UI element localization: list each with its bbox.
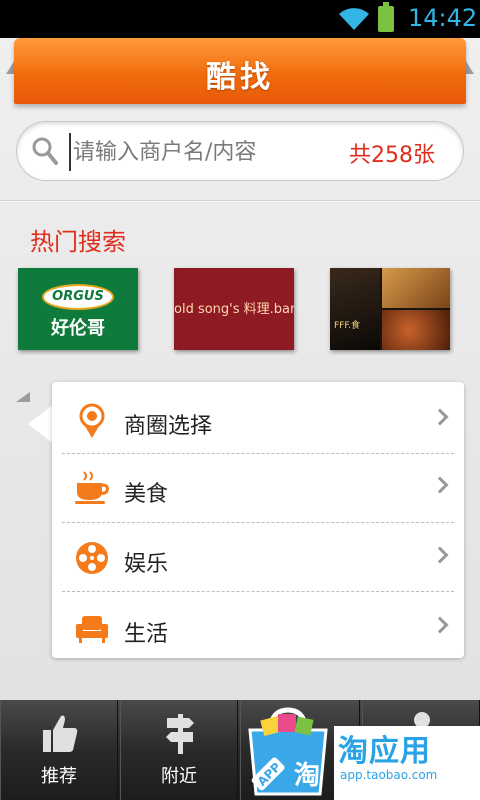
armchair-icon: [76, 616, 108, 643]
category-menu: 商圈选择 美食 娱乐 生活: [52, 382, 464, 658]
nav-label: 推荐: [41, 766, 77, 787]
promo-url: app.taobao.com: [340, 768, 438, 782]
status-time: 14:42: [408, 4, 478, 32]
brand-name: 好伦哥: [51, 318, 105, 339]
chevron-right-icon: [431, 408, 449, 426]
menu-item-label: 商圈选择: [124, 414, 213, 439]
menu-item-life[interactable]: 生活: [52, 596, 464, 662]
chevron-right-icon: [431, 616, 449, 634]
menu-divider: [62, 453, 454, 454]
menu-item-entertainment[interactable]: 娱乐: [52, 526, 464, 592]
search-bar[interactable]: 共258张: [16, 121, 464, 181]
bag-text: 淘: [294, 761, 320, 791]
film-reel-icon: [76, 542, 108, 574]
status-bar: 14:42: [0, 0, 480, 38]
photo-dish: [382, 310, 450, 350]
brand-logo: ORGUS: [44, 286, 112, 308]
menu-item-label: 娱乐: [124, 552, 169, 577]
wifi-icon: [339, 8, 369, 31]
photo-dish: [382, 268, 450, 308]
menu-divider: [62, 591, 454, 592]
promo-title: 淘应用: [338, 734, 431, 769]
search-icon: [32, 137, 58, 165]
brand-name: old song's 料理.bar: [174, 302, 294, 317]
location-pin-icon: [79, 403, 105, 438]
search-input[interactable]: [69, 133, 339, 171]
nav-nearby[interactable]: 附近: [120, 700, 238, 800]
hot-search-item-haolunge[interactable]: ORGUS 好伦哥: [18, 268, 138, 350]
menu-item-business-district[interactable]: 商圈选择: [52, 388, 464, 454]
menu-item-label: 美食: [124, 482, 169, 507]
brand-name: FFF.食: [334, 321, 360, 331]
hot-search-item-restaurant-photo[interactable]: FFF.食: [330, 268, 450, 350]
header-bar: 酷找: [14, 38, 466, 104]
menu-item-label: 生活: [124, 622, 169, 647]
photo-interior: [330, 268, 380, 350]
chevron-right-icon: [431, 546, 449, 564]
nav-recommend[interactable]: 推荐: [0, 700, 118, 800]
nav-label: 附近: [161, 766, 197, 787]
thumbs-up-icon: [43, 715, 78, 752]
taobao-app-promo[interactable]: 淘应用 app.taobao.com: [334, 726, 480, 800]
chevron-right-icon: [431, 476, 449, 494]
menu-divider: [62, 522, 454, 523]
signpost-icon: [166, 714, 194, 754]
battery-icon: [378, 2, 394, 32]
menu-item-food[interactable]: 美食: [52, 456, 464, 522]
hot-search-title: 热门搜索: [30, 228, 126, 256]
hot-search-item-old-songs[interactable]: old song's 料理.bar: [174, 268, 294, 350]
page-title: 酷找: [206, 60, 274, 95]
shopping-bag-icon[interactable]: 淘 APP: [244, 704, 332, 798]
coffee-cup-icon: [75, 471, 109, 504]
menu-pointer: [28, 404, 54, 444]
result-count: 共258张: [349, 143, 435, 168]
section-divider: [0, 200, 480, 202]
menu-fold: [16, 392, 30, 402]
